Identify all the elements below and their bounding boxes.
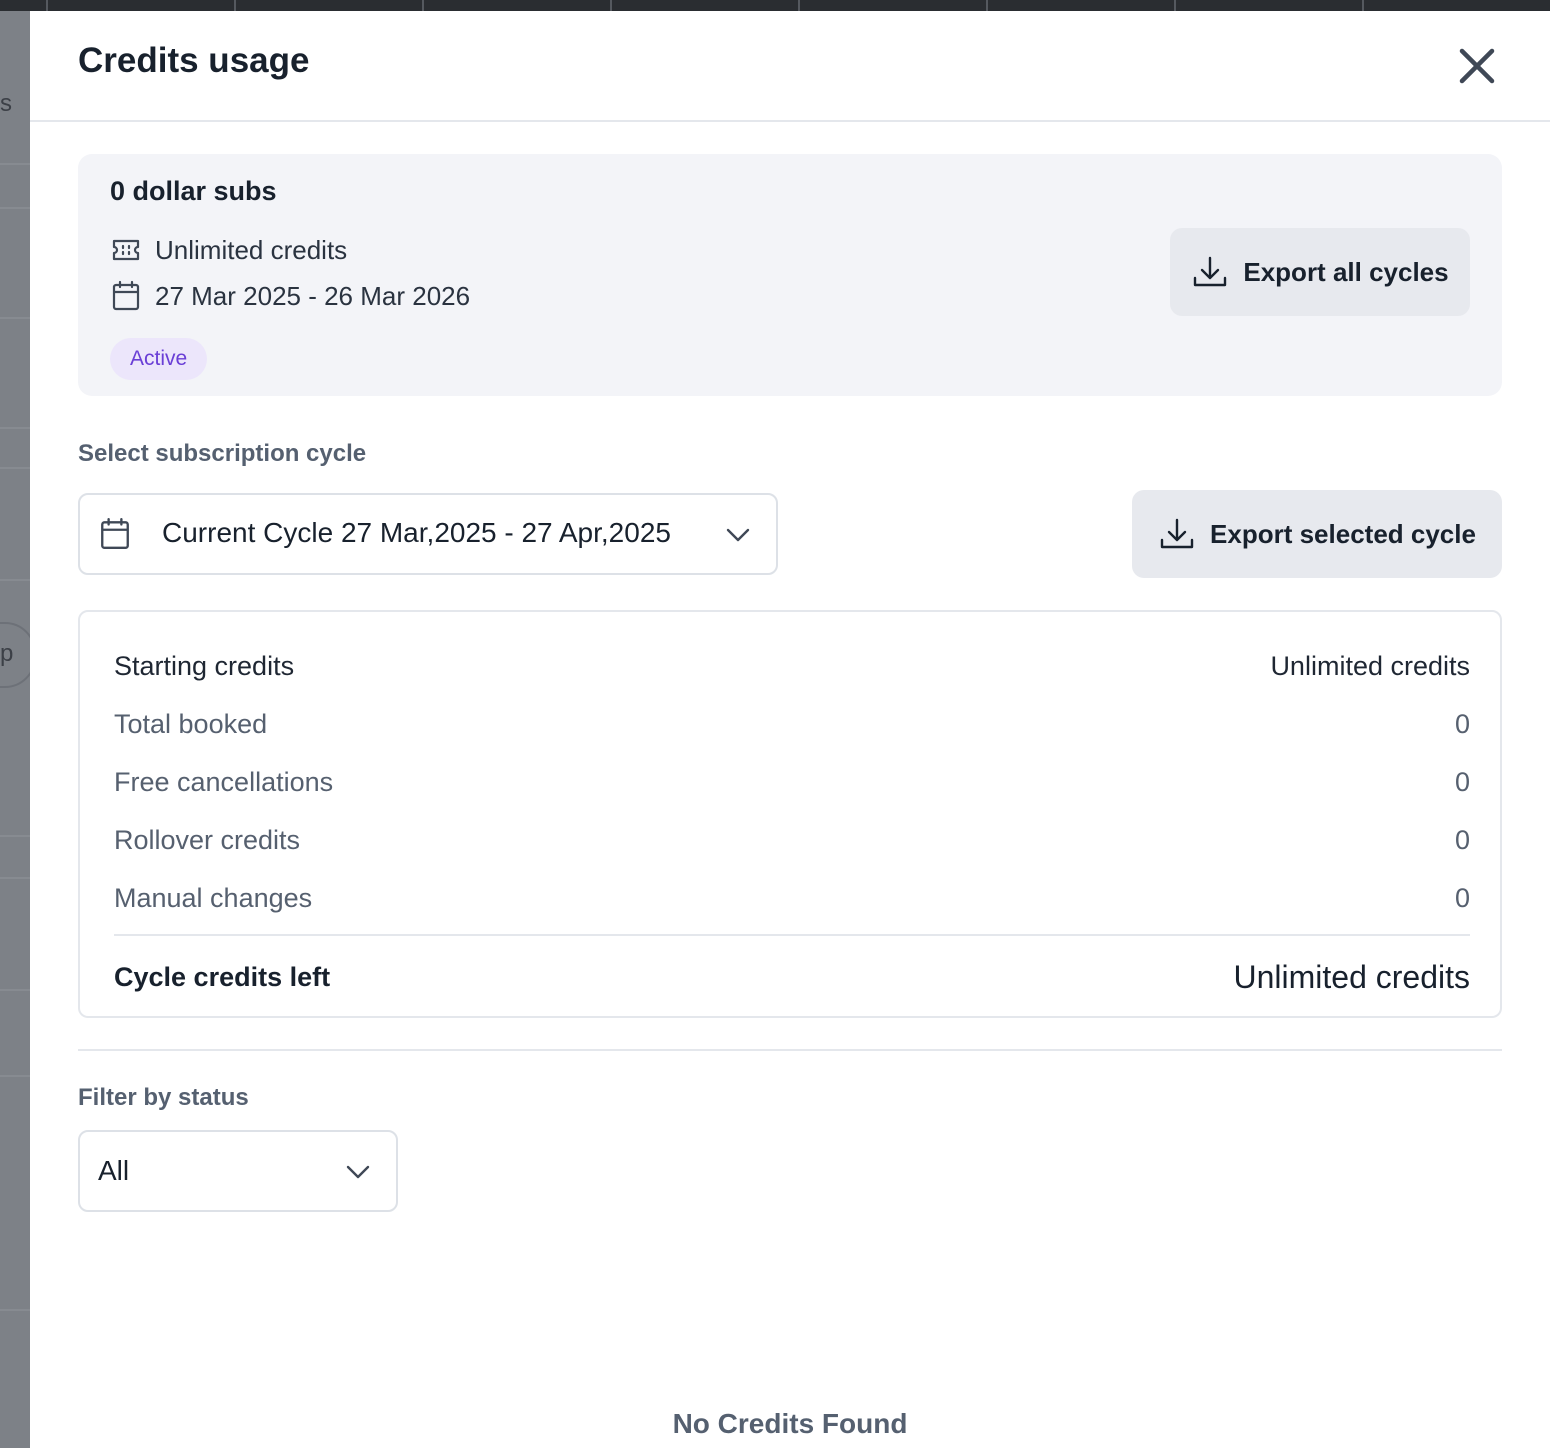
export-all-cycles-label: Export all cycles	[1243, 256, 1449, 287]
credits-info-text: Unlimited credits	[155, 234, 348, 265]
chevron-down-icon	[726, 528, 750, 542]
credits-row-value: 0	[1454, 708, 1470, 739]
credits-total-label: Cycle credits left	[114, 961, 331, 992]
credits-row: Total booked 0	[114, 704, 1470, 744]
background-text: p	[0, 640, 14, 667]
subscription-name: 0 dollar subs	[110, 176, 277, 206]
credits-breakdown-card: Starting credits Unlimited credits Total…	[78, 610, 1502, 1018]
credits-row-label: Rollover credits	[114, 824, 301, 855]
credits-row-label: Starting credits	[114, 650, 295, 681]
credits-row-value: 0	[1454, 766, 1470, 797]
credits-row: Starting credits Unlimited credits	[114, 646, 1470, 686]
close-icon	[1459, 48, 1495, 84]
divider	[78, 1049, 1502, 1051]
export-selected-cycle-button[interactable]: Export selected cycle	[1132, 490, 1502, 578]
background-page	[0, 11, 30, 1448]
credits-row-value: 0	[1454, 824, 1470, 855]
background-text: s	[0, 90, 12, 117]
credits-row-value: Unlimited credits	[1270, 650, 1470, 681]
close-button[interactable]	[1454, 43, 1500, 89]
status-badge: Active	[110, 338, 208, 380]
calendar-icon	[110, 280, 142, 312]
divider	[114, 934, 1470, 936]
date-range-text: 27 Mar 2025 - 26 Mar 2026	[155, 280, 471, 311]
credits-row: Free cancellations 0	[114, 762, 1470, 802]
export-selected-cycle-label: Export selected cycle	[1210, 518, 1476, 549]
export-all-cycles-button[interactable]: Export all cycles	[1170, 228, 1470, 316]
credits-total-row: Cycle credits left Unlimited credits	[114, 957, 1470, 997]
credits-row-value: 0	[1454, 882, 1470, 913]
background-top-bar	[0, 0, 1550, 11]
credits-usage-drawer: Credits usage 0 dollar subs Unlimited cr…	[30, 11, 1550, 1448]
cycle-section-label: Select subscription cycle	[78, 440, 367, 467]
subscription-cycle-select[interactable]: Current Cycle 27 Mar,2025 - 27 Apr,2025	[78, 493, 778, 575]
credits-row: Rollover credits 0	[114, 820, 1470, 860]
date-range-row: 27 Mar 2025 - 26 Mar 2026	[110, 278, 470, 314]
credits-info-row: Unlimited credits	[110, 232, 347, 268]
ticket-icon	[110, 234, 142, 266]
status-filter-select[interactable]: All	[78, 1130, 398, 1212]
credits-row-label: Free cancellations	[114, 766, 334, 797]
credits-row-label: Manual changes	[114, 882, 313, 913]
drawer-header: Credits usage	[30, 11, 1550, 122]
filter-section-label: Filter by status	[78, 1084, 249, 1111]
credits-row-label: Total booked	[114, 708, 268, 739]
download-icon	[1158, 515, 1196, 553]
credits-row: Manual changes 0	[114, 878, 1470, 918]
download-icon	[1191, 253, 1229, 291]
credits-total-value: Unlimited credits	[1233, 958, 1470, 995]
drawer-title: Credits usage	[78, 41, 310, 80]
chevron-down-icon	[346, 1165, 370, 1179]
empty-state-message: No Credits Found	[672, 1408, 908, 1439]
calendar-icon	[101, 517, 129, 549]
status-filter-value: All	[98, 1155, 130, 1186]
selected-cycle-value: Current Cycle 27 Mar,2025 - 27 Apr,2025	[162, 517, 671, 548]
